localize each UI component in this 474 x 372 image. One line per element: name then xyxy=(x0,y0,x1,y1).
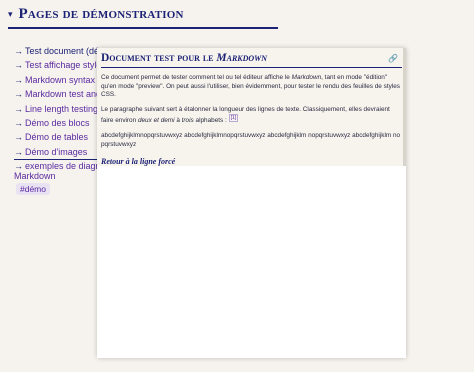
preview-scrollbar[interactable] xyxy=(403,48,406,166)
page-heading: ▾ Pages de démonstration xyxy=(8,6,278,29)
arrow-icon: → xyxy=(14,132,23,143)
preview-title: Document test pour le Markdown 🔗 xyxy=(101,52,402,68)
calibration-paragraph: Le paragraphe suivant sert à étalonner l… xyxy=(101,106,402,126)
arrow-icon: → xyxy=(14,74,23,85)
arrow-icon: → xyxy=(14,46,23,56)
arrow-icon: → xyxy=(14,60,23,71)
text-run: Ce document permet de tester comment tel… xyxy=(101,74,292,81)
arrow-icon: → xyxy=(14,161,23,172)
link-icon[interactable]: 🔗 xyxy=(388,54,398,63)
subheading-retour: Retour à la ligne forcé xyxy=(101,157,176,167)
preview-content: Document test pour le Markdown 🔗 Ce docum… xyxy=(97,48,406,166)
footnote-ref[interactable]: [1] xyxy=(228,114,239,123)
text-run: à xyxy=(174,117,182,125)
arrow-icon: → xyxy=(14,146,23,157)
tag-badge[interactable]: #démo xyxy=(16,183,50,195)
nav-item-label[interactable]: Démo de tables xyxy=(25,132,88,142)
nav-item-label[interactable]: Démo des blocs xyxy=(25,118,90,128)
text-run-emph: trois xyxy=(181,117,194,125)
alphabet-line: abcdefghijklmnopqrstuvwxyz abcdefghijklm… xyxy=(101,132,401,148)
text-run: alphabets : xyxy=(193,117,229,125)
collapse-caret-icon[interactable]: ▾ xyxy=(8,9,13,20)
arrow-icon: → xyxy=(14,118,23,129)
page-title: Pages de démonstration xyxy=(18,6,184,22)
preview-title-prefix: Document test pour le xyxy=(101,52,217,64)
arrow-icon: → xyxy=(14,103,23,114)
intro-paragraph: Ce document permet de tester comment tel… xyxy=(101,74,402,100)
hover-preview-popup[interactable]: Document test pour le Markdown 🔗 Ce docum… xyxy=(97,48,406,358)
arrow-icon: → xyxy=(14,89,23,100)
text-run-emph: deux et demi xyxy=(137,117,175,125)
nav-item-label[interactable]: Line length testing xyxy=(25,104,98,114)
nav-item-label[interactable]: Démo d'images xyxy=(25,147,87,157)
preview-title-emph: Markdown xyxy=(216,52,268,64)
text-run-emph: Markdown xyxy=(291,74,322,81)
category-label[interactable]: Markdown xyxy=(14,171,56,181)
divider xyxy=(14,159,98,160)
